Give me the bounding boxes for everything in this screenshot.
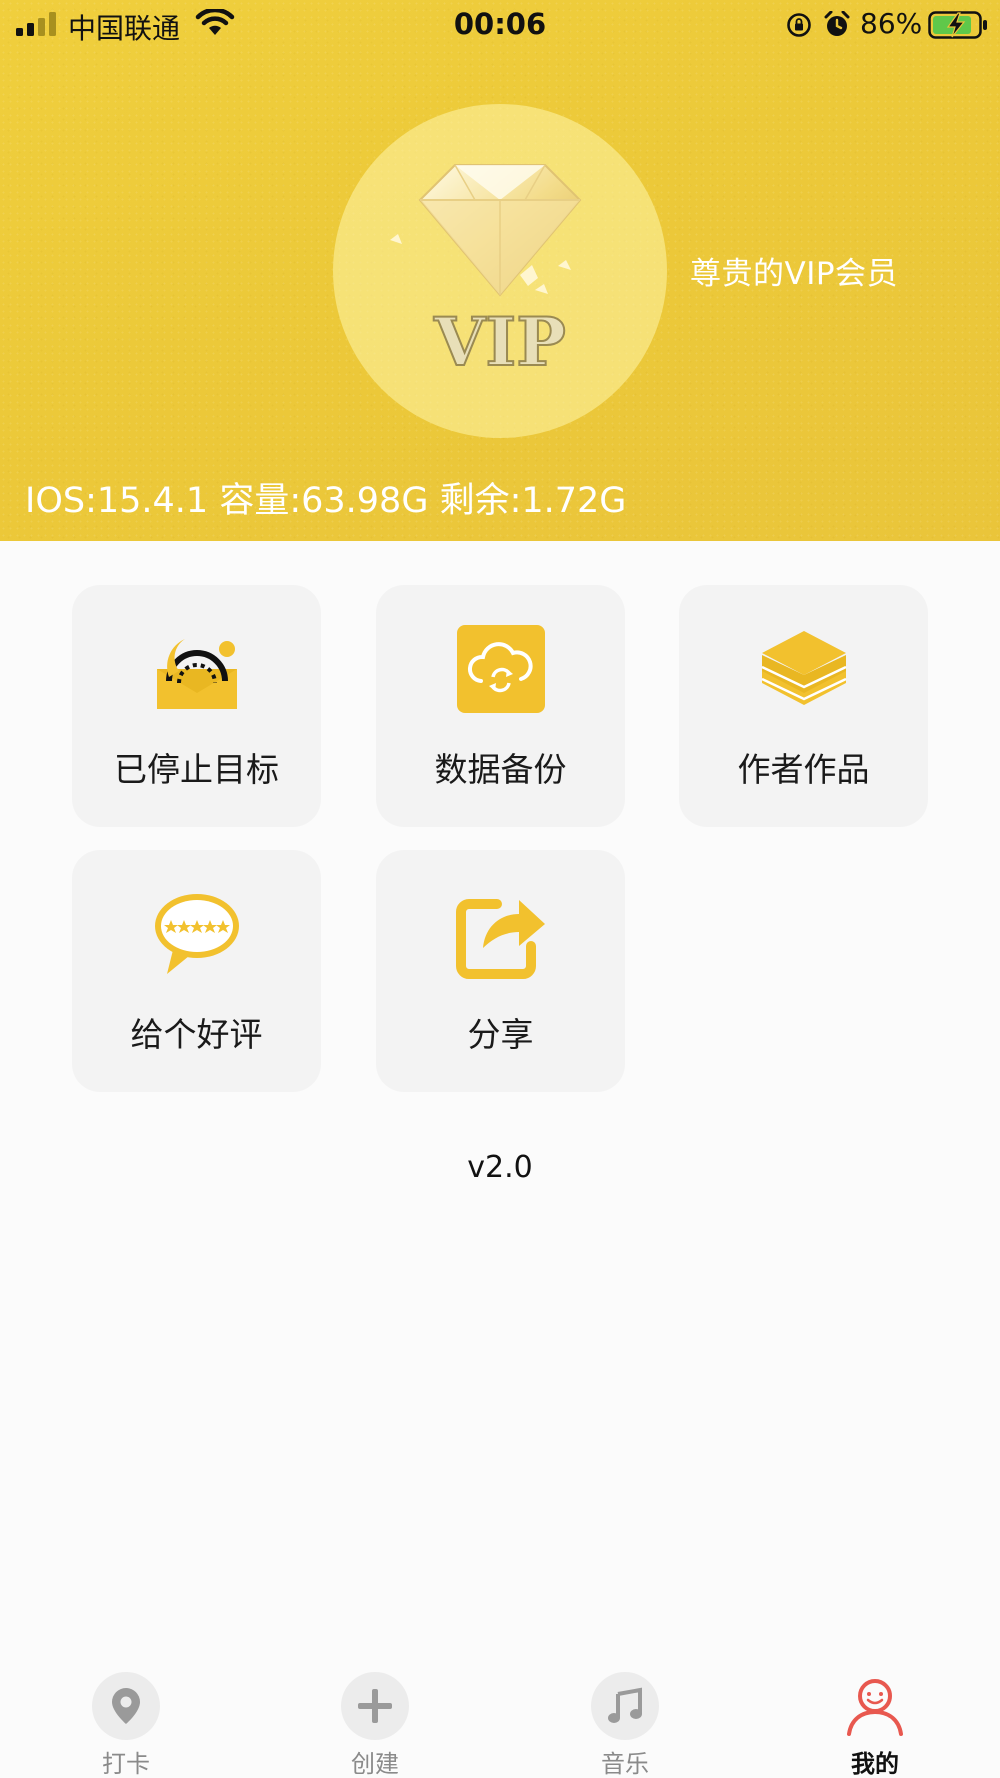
alarm-clock-icon: [824, 11, 850, 36]
give-rating-label: 给个好评: [130, 1015, 263, 1054]
author-works-label: 作者作品: [737, 750, 870, 789]
tab-checkin-label: 打卡: [102, 1750, 150, 1778]
give-rating-button[interactable]: 给个好评: [72, 850, 321, 1092]
stopped-goals-label: 已停止目标: [114, 750, 279, 789]
cloud-backup-icon: [457, 625, 545, 713]
tab-icon-background: [341, 1672, 409, 1740]
share-icon: [456, 899, 545, 979]
data-backup-label: 数据备份: [434, 750, 567, 789]
location-pin-icon: [112, 1688, 140, 1724]
battery-percentage: 86%: [860, 7, 923, 40]
stopped-goals-icon: [157, 639, 237, 709]
vip-badge-text: VIP: [433, 303, 566, 381]
tab-mine[interactable]: 我的: [815, 1660, 935, 1778]
music-note-icon: [608, 1687, 642, 1723]
status-bar: 中国联通 00:06 86%: [0, 0, 1000, 50]
tab-checkin[interactable]: 打卡: [66, 1660, 186, 1778]
battery-charging-icon: [928, 11, 987, 39]
tab-mine-label: 我的: [851, 1750, 899, 1778]
vip-diamond-icon: VIP: [390, 164, 582, 382]
tab-icon-background: [591, 1672, 659, 1740]
share-label: 分享: [467, 1015, 534, 1054]
stopped-goals-button[interactable]: 已停止目标: [72, 585, 321, 827]
status-time: 00:06: [453, 7, 547, 41]
tab-icon-background: [841, 1672, 909, 1740]
person-icon: [847, 1679, 903, 1736]
tab-music-label: 音乐: [601, 1750, 649, 1778]
layers-icon: [761, 631, 847, 705]
bottom-tab-bar: 打卡 创建 音乐 我的: [0, 1660, 1000, 1778]
tab-create[interactable]: 创建: [315, 1660, 435, 1778]
device-storage-info: IOS:15.4.1 容量:63.98G 剩余:1.72G: [25, 481, 627, 521]
tab-create-label: 创建: [351, 1750, 399, 1778]
vip-member-label: 尊贵的VIP会员: [690, 256, 899, 292]
rotation-lock-icon: [787, 13, 811, 37]
vip-header: 中国联通 00:06 86% VIP 尊贵的VIP会员 IOS:15.4.1 容…: [0, 0, 1000, 541]
data-backup-button[interactable]: 数据备份: [376, 585, 625, 827]
rating-bubble-icon: [155, 894, 239, 974]
tab-music[interactable]: 音乐: [565, 1660, 685, 1778]
author-works-button[interactable]: 作者作品: [679, 585, 928, 827]
tab-icon-background: [92, 1672, 160, 1740]
plus-icon: [358, 1689, 392, 1723]
share-button[interactable]: 分享: [376, 850, 625, 1092]
app-version: v2.0: [467, 1150, 533, 1185]
